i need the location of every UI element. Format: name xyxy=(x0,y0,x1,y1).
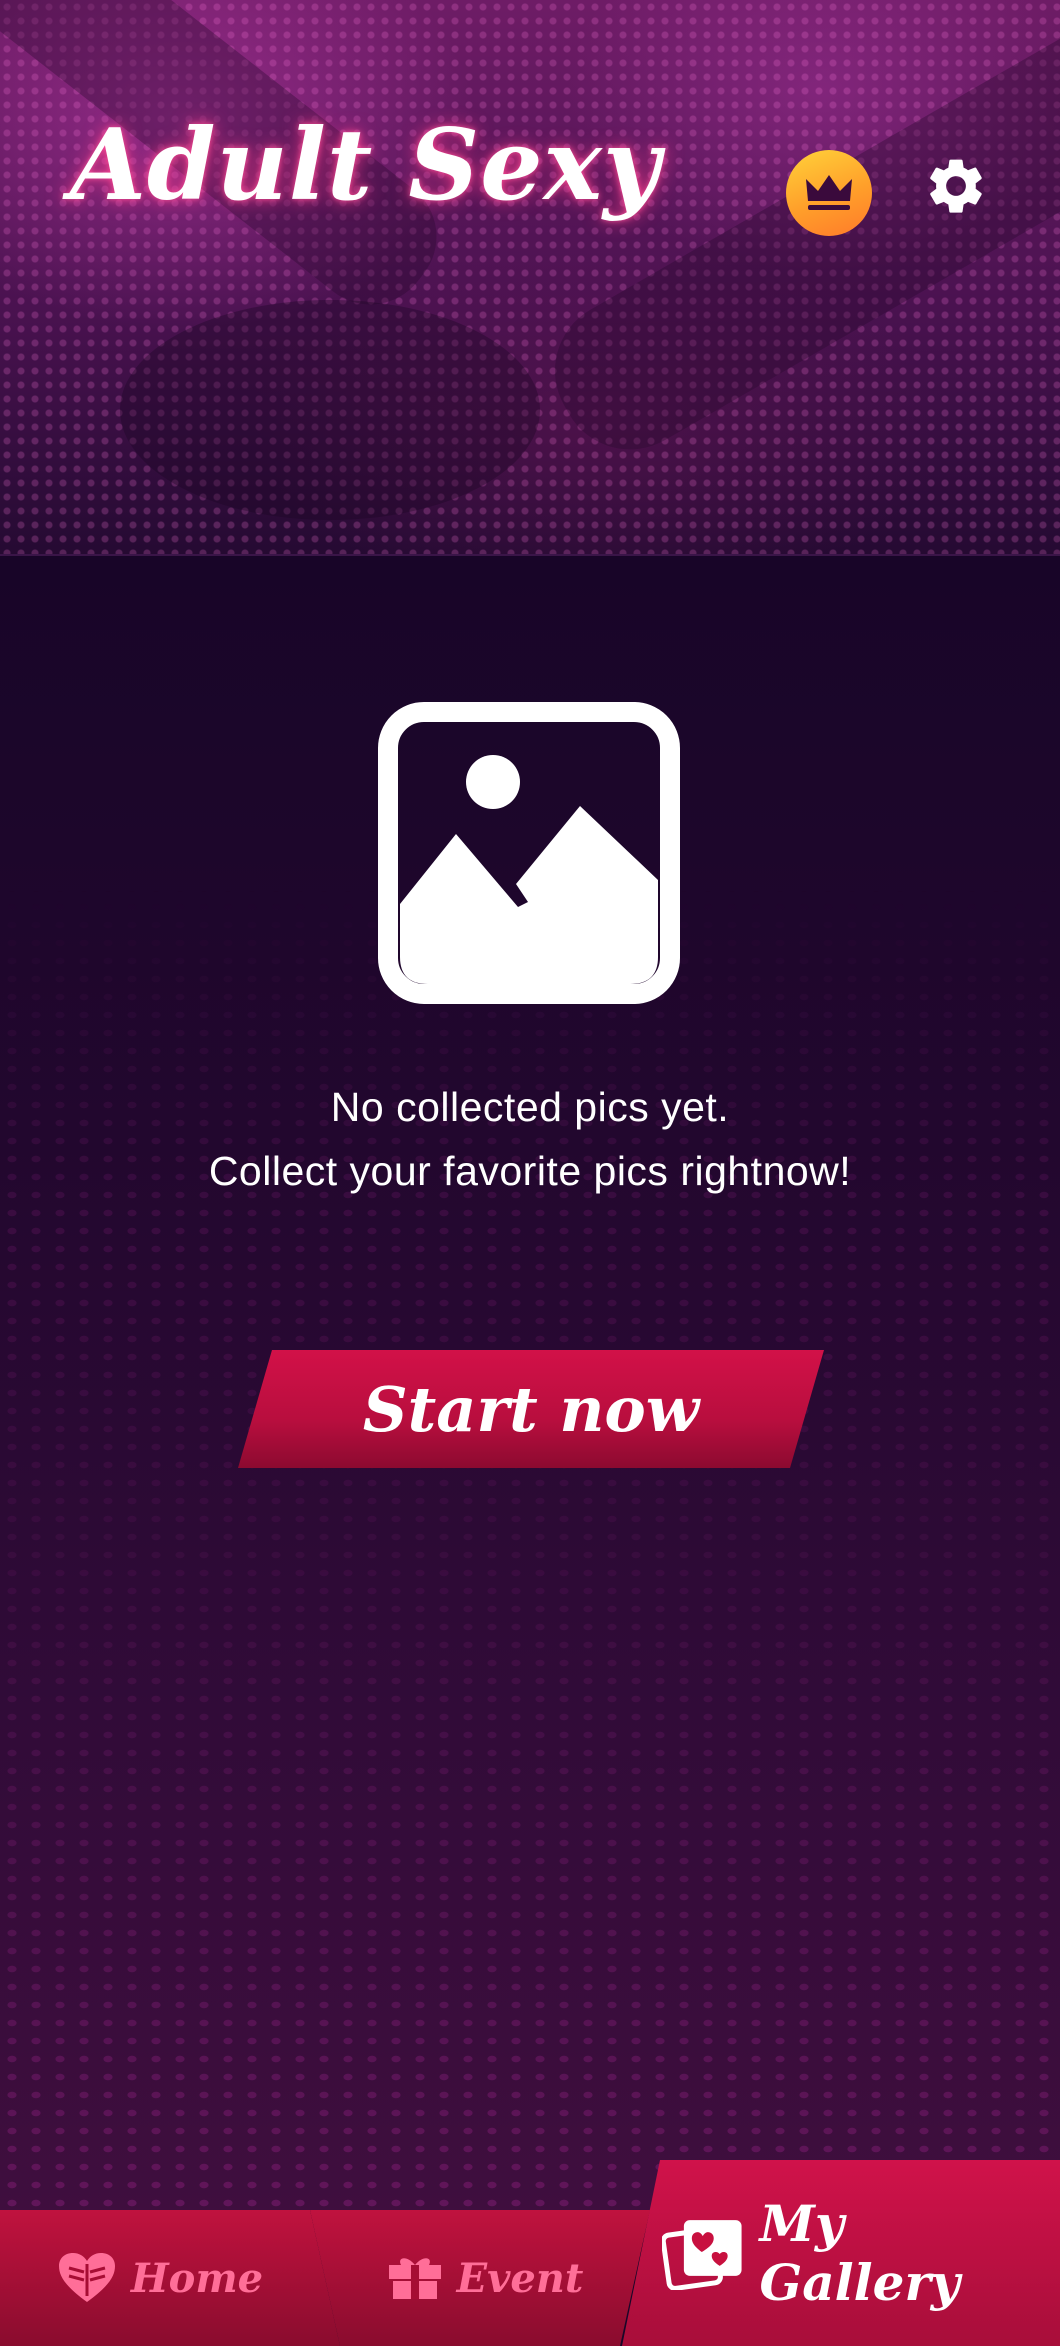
gear-icon xyxy=(930,159,982,213)
tab-my-gallery[interactable]: My Gallery xyxy=(622,2160,1060,2346)
tab-my-gallery-label: My Gallery xyxy=(759,2194,960,2312)
gallery-content: No collected pics yet. Collect your favo… xyxy=(0,556,1060,2210)
start-now-button[interactable]: Start now xyxy=(238,1350,824,1468)
start-now-label: Start now xyxy=(362,1372,700,1446)
tab-home[interactable]: Home xyxy=(0,2210,340,2346)
gift-icon xyxy=(388,2258,441,2299)
app-title: Adult Sexy xyxy=(70,108,661,223)
tab-event[interactable]: Event xyxy=(310,2210,650,2346)
banner-art xyxy=(529,0,1060,475)
image-placeholder-icon xyxy=(378,702,680,1004)
empty-subtitle: Collect your favorite pics rightnow! xyxy=(208,1148,852,1194)
bottom-nav: Home Event My Gallery xyxy=(0,2160,1060,2346)
header-banner: Adult Sexy xyxy=(0,0,1060,556)
tab-home-label: Home xyxy=(130,2254,264,2302)
settings-button[interactable] xyxy=(918,148,994,224)
vip-button[interactable] xyxy=(786,150,872,236)
empty-message: No collected pics yet. xyxy=(330,1084,730,1130)
banner-art xyxy=(120,300,540,520)
heart-book-icon xyxy=(58,2253,115,2302)
crown-icon xyxy=(806,175,852,210)
tab-event-label: Event xyxy=(456,2254,584,2302)
photo-heart-icon xyxy=(662,2220,742,2290)
